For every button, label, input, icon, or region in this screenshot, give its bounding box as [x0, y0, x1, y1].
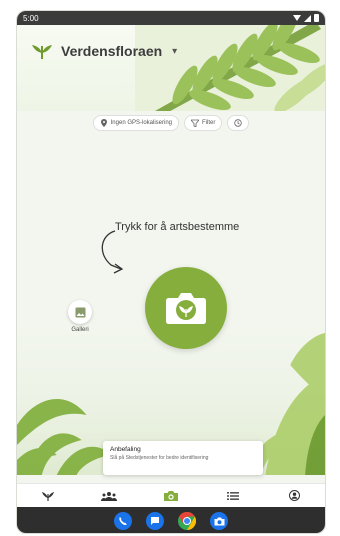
location-pin-icon — [100, 119, 107, 127]
camera-icon — [166, 293, 206, 324]
phone-app[interactable] — [114, 512, 132, 530]
gallery-label: Galleri — [71, 327, 89, 333]
status-bar: 5:00 — [17, 11, 325, 25]
recommendation-title: Anbefaling — [110, 446, 141, 453]
gps-chip[interactable]: Ingen GPS-lokalisering — [92, 115, 180, 131]
fern-artwork — [135, 25, 325, 111]
nav-home[interactable] — [38, 488, 58, 504]
bottom-nav — [17, 483, 325, 507]
phone-icon — [119, 517, 127, 525]
battery-icon — [314, 14, 319, 22]
nav-profile[interactable] — [284, 488, 304, 504]
messages-icon — [151, 517, 159, 525]
nav-list[interactable] — [223, 488, 243, 504]
plant-logo-icon — [32, 45, 52, 59]
filter-icon — [191, 119, 200, 127]
profile-icon — [288, 490, 300, 501]
chrome-icon — [178, 512, 196, 530]
android-dock — [17, 507, 325, 533]
device-screen: 5:00 Verdensfloraen ▾ Ingen GPS-lokalise… — [16, 10, 326, 534]
gallery-button[interactable] — [68, 300, 92, 324]
gallery: Galleri — [68, 300, 92, 333]
signal-icon — [304, 14, 311, 22]
info-icon — [234, 119, 243, 127]
gallery-icon — [75, 307, 85, 317]
camera-icon — [163, 490, 178, 501]
recommendation-card[interactable]: Anbefaling Slå på Stedstjenester for bed… — [103, 441, 263, 475]
status-icons — [293, 14, 319, 22]
identify-hint: Trykk for å artsbestemme — [115, 221, 240, 233]
status-time: 5:00 — [23, 13, 39, 23]
gps-chip-label: Ingen GPS-lokalisering — [110, 120, 173, 126]
app-header: Verdensfloraen ▾ — [17, 25, 325, 111]
people-icon — [101, 491, 118, 501]
brand-name: Verdensfloraen — [61, 43, 163, 59]
messages-app[interactable] — [146, 512, 164, 530]
filter-chip[interactable]: Filter — [184, 115, 223, 131]
wifi-icon — [293, 15, 301, 21]
recommendation-text: Slå på Stedstjenester for bedre identifi… — [110, 455, 209, 461]
filter-chips: Ingen GPS-lokalisering Filter — [17, 115, 325, 131]
identify-camera-button[interactable] — [145, 267, 227, 349]
camera-app[interactable] — [210, 512, 228, 530]
list-icon — [226, 491, 239, 500]
curved-arrow-icon — [101, 230, 124, 274]
info-chip[interactable] — [227, 115, 250, 131]
chrome-app[interactable] — [178, 512, 196, 530]
plant-icon — [41, 491, 54, 501]
camera-app-icon — [214, 517, 224, 525]
brand-switcher[interactable]: Verdensfloraen ▾ — [31, 43, 177, 59]
filter-chip-label: Filter — [202, 120, 216, 126]
chevron-down-icon: ▾ — [172, 45, 178, 57]
nav-identify[interactable] — [161, 488, 181, 504]
nav-community[interactable] — [99, 488, 119, 504]
